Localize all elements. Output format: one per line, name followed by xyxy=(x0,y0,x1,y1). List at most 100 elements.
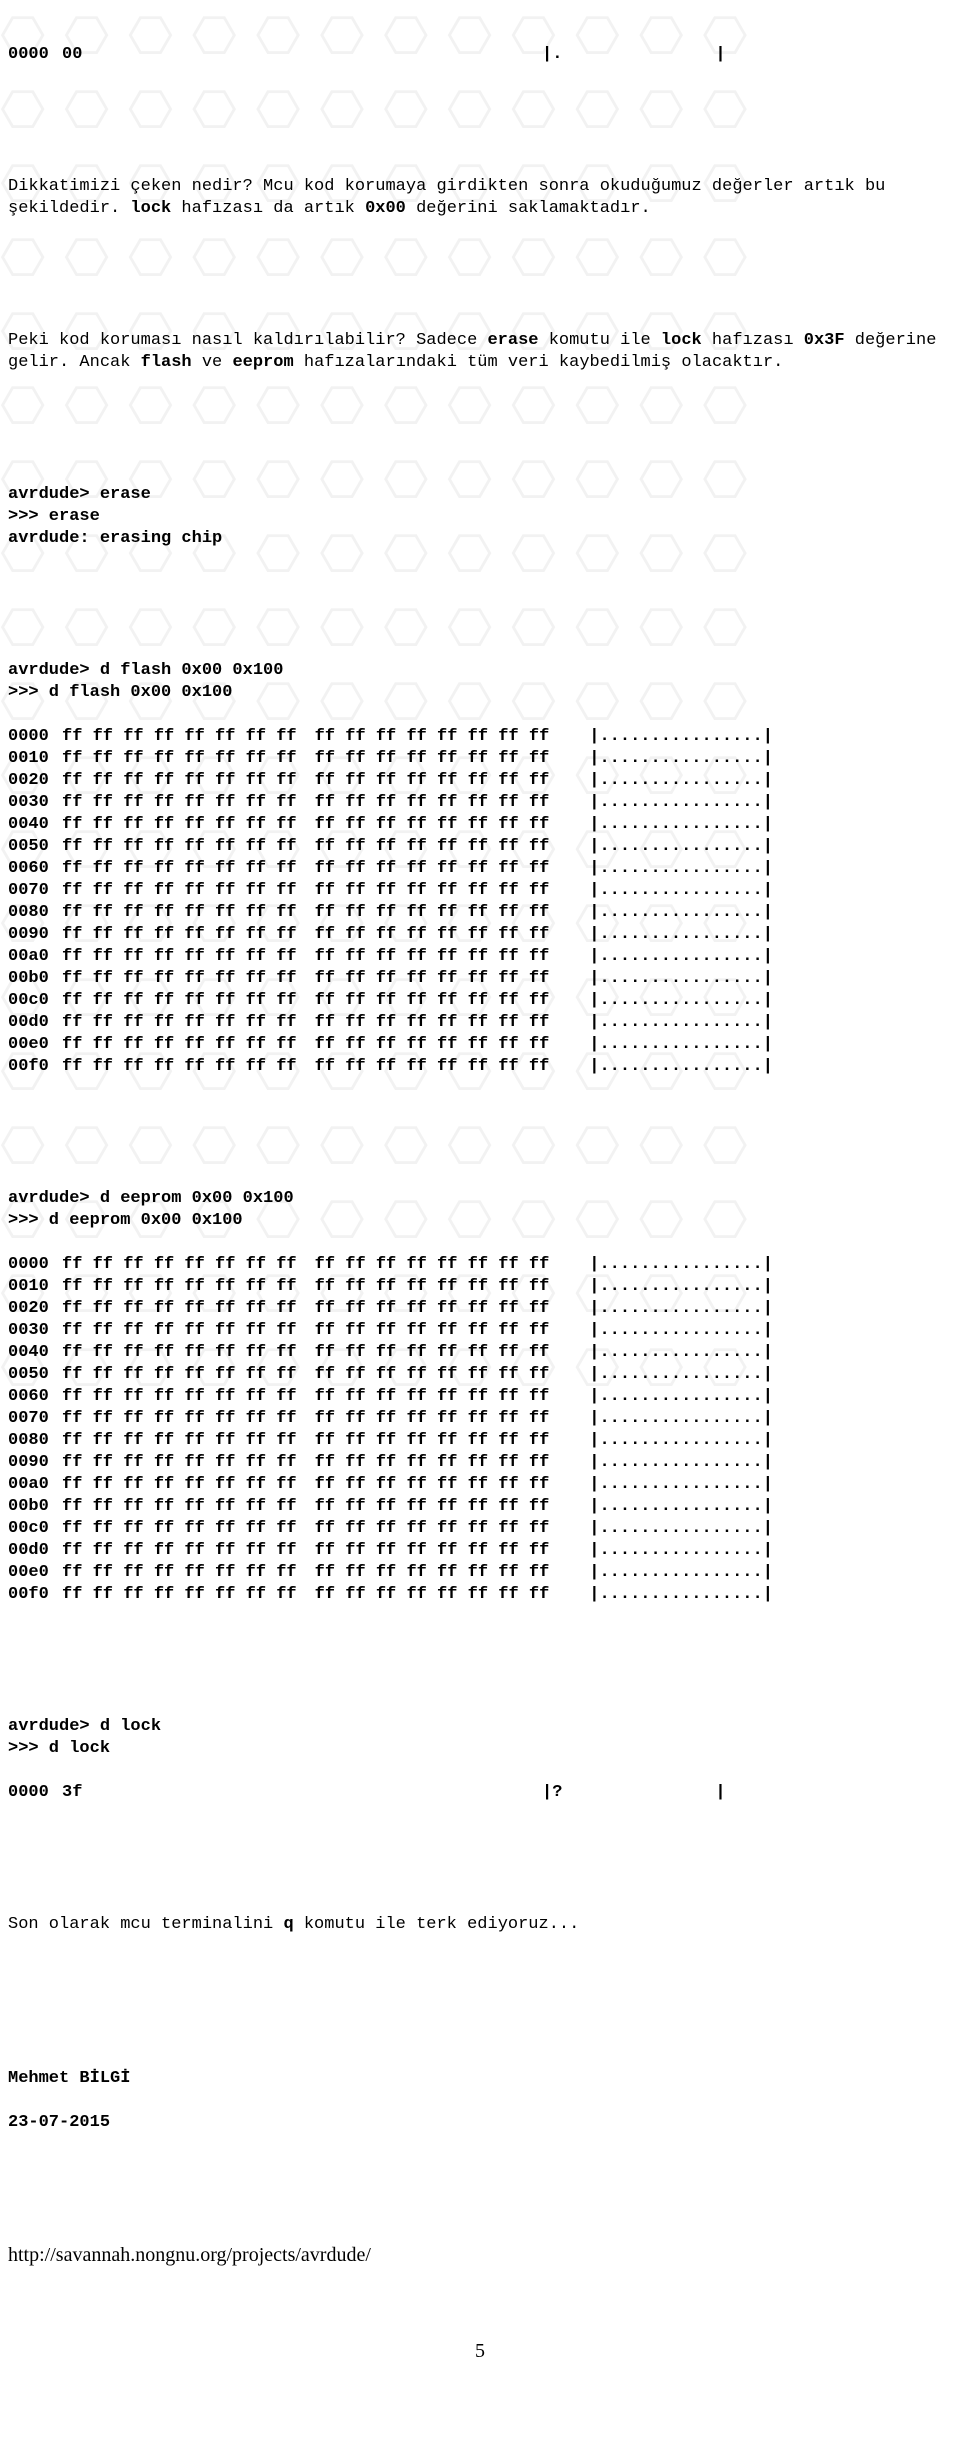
dump-hex-right: ff ff ff ff ff ff ff ff xyxy=(315,1034,550,1056)
dump-row: 00c0ff ff ff ff ff ff ff ffff ff ff ff f… xyxy=(8,990,952,1012)
eeprom-dump-header: avrdude> d eeprom 0x00 0x100 >>> d eepro… xyxy=(8,1188,952,1232)
dump-addr: 0040 xyxy=(8,1342,62,1364)
dump-addr: 0020 xyxy=(8,770,62,792)
dump-hex-right: ff ff ff ff ff ff ff ff xyxy=(315,770,550,792)
dump-row: 0030ff ff ff ff ff ff ff ffff ff ff ff f… xyxy=(8,792,952,814)
dump-hex-right: ff ff ff ff ff ff ff ff xyxy=(315,1254,550,1276)
dump-addr: 0090 xyxy=(8,924,62,946)
dump-ascii: |................| xyxy=(549,1056,773,1078)
author-name: Mehmet BİLGİ xyxy=(8,2068,952,2090)
dump-hex-left: ff ff ff ff ff ff ff ff xyxy=(62,1342,297,1364)
dump-row: 0040ff ff ff ff ff ff ff ffff ff ff ff f… xyxy=(8,814,952,836)
dump-addr: 00c0 xyxy=(8,1518,62,1540)
dump-hex-right: ff ff ff ff ff ff ff ff xyxy=(315,1320,550,1342)
dump-ascii: |................| xyxy=(549,1540,773,1562)
dump-hex-right: ff ff ff ff ff ff ff ff xyxy=(315,1056,550,1078)
dump-gap xyxy=(297,1474,315,1496)
flash-dump: 0000ff ff ff ff ff ff ff ffff ff ff ff f… xyxy=(8,726,952,1078)
dump-gap xyxy=(297,1496,315,1518)
dump-hex-left: ff ff ff ff ff ff ff ff xyxy=(62,1320,297,1342)
dump-row: 00e0ff ff ff ff ff ff ff ffff ff ff ff f… xyxy=(8,1562,952,1584)
dump-hex-right: ff ff ff ff ff ff ff ff xyxy=(315,880,550,902)
dump-row: 00d0ff ff ff ff ff ff ff ffff ff ff ff f… xyxy=(8,1540,952,1562)
dump-hex-left: ff ff ff ff ff ff ff ff xyxy=(62,1012,297,1034)
dump-row: 00d0ff ff ff ff ff ff ff ffff ff ff ff f… xyxy=(8,1012,952,1034)
dump-hex-right: ff ff ff ff ff ff ff ff xyxy=(315,902,550,924)
dump-gap xyxy=(297,880,315,902)
dump-hex-left: ff ff ff ff ff ff ff ff xyxy=(62,924,297,946)
dump-gap xyxy=(297,858,315,880)
dump-hex-left: ff ff ff ff ff ff ff ff xyxy=(62,858,297,880)
dump-addr: 0030 xyxy=(8,1320,62,1342)
dump-hex-left: ff ff ff ff ff ff ff ff xyxy=(62,1562,297,1584)
dump-gap xyxy=(297,836,315,858)
dump-gap xyxy=(297,726,315,748)
dump-hex-left: ff ff ff ff ff ff ff ff xyxy=(62,1298,297,1320)
dump-gap xyxy=(297,1254,315,1276)
dump-ascii: |................| xyxy=(549,902,773,924)
dump-hex-left: ff ff ff ff ff ff ff ff xyxy=(62,1474,297,1496)
dump-ascii: |................| xyxy=(549,1474,773,1496)
page-number: 5 xyxy=(8,2340,952,2362)
dump-hex-left: ff ff ff ff ff ff ff ff xyxy=(62,1452,297,1474)
dump-hex-left: ff ff ff ff ff ff ff ff xyxy=(62,1518,297,1540)
dump-addr: 00e0 xyxy=(8,1034,62,1056)
dump-ascii: |................| xyxy=(549,748,773,770)
dump-gap xyxy=(297,792,315,814)
dump-row: 00e0ff ff ff ff ff ff ff ffff ff ff ff f… xyxy=(8,1034,952,1056)
dump-ascii: |................| xyxy=(549,924,773,946)
dump-hex-left: ff ff ff ff ff ff ff ff xyxy=(62,880,297,902)
dump-hex-right: ff ff ff ff ff ff ff ff xyxy=(315,858,550,880)
dump-ascii: |................| xyxy=(549,990,773,1012)
dump-hex-left: ff ff ff ff ff ff ff ff xyxy=(62,748,297,770)
dump-ascii: |................| xyxy=(549,946,773,968)
dump-hex-left: ff ff ff ff ff ff ff ff xyxy=(62,1034,297,1056)
dump-addr: 00e0 xyxy=(8,1562,62,1584)
dump-row: 0060ff ff ff ff ff ff ff ffff ff ff ff f… xyxy=(8,858,952,880)
dump-hex-left: ff ff ff ff ff ff ff ff xyxy=(62,902,297,924)
dump-row: 0050ff ff ff ff ff ff ff ffff ff ff ff f… xyxy=(8,836,952,858)
dump-hex-right: ff ff ff ff ff ff ff ff xyxy=(315,968,550,990)
dump-ascii: |................| xyxy=(549,858,773,880)
dump-hex-right: ff ff ff ff ff ff ff ff xyxy=(315,1430,550,1452)
dump-ascii: |................| xyxy=(549,1012,773,1034)
dump-hex-left: ff ff ff ff ff ff ff ff xyxy=(62,1254,297,1276)
dump-ascii: |................| xyxy=(549,1452,773,1474)
dump-addr: 0010 xyxy=(8,1276,62,1298)
dump-hex-left: ff ff ff ff ff ff ff ff xyxy=(62,792,297,814)
dump-addr: 00f0 xyxy=(8,1056,62,1078)
dump-addr: 00b0 xyxy=(8,968,62,990)
dump-gap xyxy=(297,1342,315,1364)
dump-addr: 0080 xyxy=(8,1430,62,1452)
dump-gap xyxy=(297,1364,315,1386)
eeprom-dump: 0000ff ff ff ff ff ff ff ffff ff ff ff f… xyxy=(8,1254,952,1606)
dump-addr: 0000 xyxy=(8,1782,62,1804)
dump-ascii: |................| xyxy=(549,1364,773,1386)
dump-ascii: |. | xyxy=(542,44,726,66)
dump-gap xyxy=(297,748,315,770)
paragraph-3: Son olarak mcu terminalini q komutu ile … xyxy=(8,1914,952,1936)
dump-addr: 0070 xyxy=(8,1408,62,1430)
dump-ascii: |................| xyxy=(549,1408,773,1430)
dump-gap xyxy=(297,1518,315,1540)
dump-ascii: |................| xyxy=(549,968,773,990)
dump-gap xyxy=(297,1320,315,1342)
dump-row: 00f0ff ff ff ff ff ff ff ffff ff ff ff f… xyxy=(8,1056,952,1078)
dump-ascii: |................| xyxy=(549,1584,773,1606)
dump-addr: 0050 xyxy=(8,836,62,858)
dump-hex-right: ff ff ff ff ff ff ff ff xyxy=(315,1540,550,1562)
dump-ascii: |................| xyxy=(549,770,773,792)
dump-gap xyxy=(297,968,315,990)
dump-addr: 0070 xyxy=(8,880,62,902)
dump-gap xyxy=(297,990,315,1012)
dump-gap xyxy=(297,1584,315,1606)
dump-ascii: |................| xyxy=(549,1386,773,1408)
dump-row: 00b0ff ff ff ff ff ff ff ffff ff ff ff f… xyxy=(8,968,952,990)
dump-addr: 0060 xyxy=(8,858,62,880)
dump-gap xyxy=(297,770,315,792)
dump-ascii: |................| xyxy=(549,726,773,748)
dump-ascii: |................| xyxy=(549,1430,773,1452)
dump-ascii: |................| xyxy=(549,1496,773,1518)
dump-addr: 00b0 xyxy=(8,1496,62,1518)
dump-gap xyxy=(297,1298,315,1320)
